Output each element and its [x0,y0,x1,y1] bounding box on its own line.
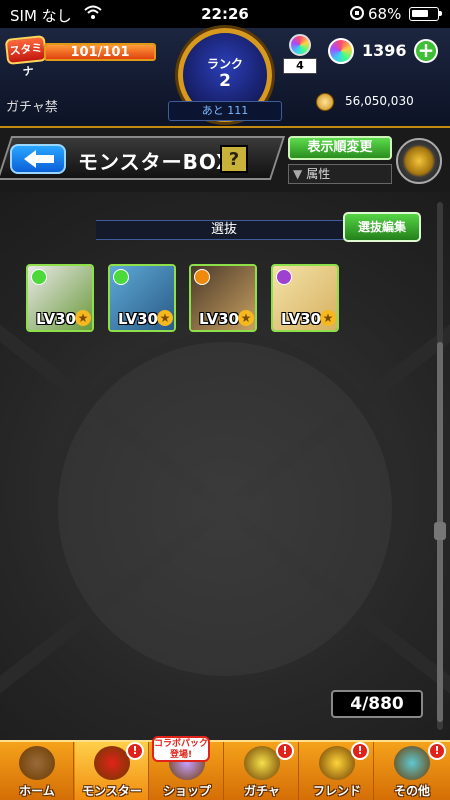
friend-icon [319,746,355,780]
rank-label: ランク [206,57,243,71]
attribute-sun-icon[interactable] [396,138,442,184]
star-icon: ★ [320,310,336,326]
rank-value: 2 [219,71,231,91]
stamina-label: スタミナ [4,34,48,78]
monster-card[interactable]: LV30 ★ [26,264,94,332]
filter-label: 属性 [306,167,331,181]
monster-card[interactable]: LV30 ★ [108,264,176,332]
nav-gacha[interactable]: ガチャ ! [225,742,299,800]
home-icon [19,746,55,780]
title-row: モンスターBOX ? 表示順変更 ▼ 属性 [0,130,450,190]
filter-icon: ▼ [293,167,303,181]
buy-orb-button[interactable]: + [414,39,438,63]
battery-percent: 68% [368,5,402,23]
stock-gem-icon[interactable]: 4 [283,34,317,74]
alert-badge: ! [126,742,144,760]
gacha-icon [244,746,280,780]
nav-monster[interactable]: モンスター ! [75,742,149,800]
section-header: 選抜 [96,220,352,240]
star-icon: ★ [157,310,173,326]
stamina-value: 101/101 [70,45,130,60]
gold-count: 56,050,030 [345,94,414,108]
gacha-ban-label: ガチャ禁 [6,100,58,115]
monster-box-area: 選抜 選抜編集 LV30 ★ LV30 ★ LV30 ★ LV30 ★ 4/88… [0,192,450,740]
dragon-emblem-icon [48,332,402,686]
other-icon [394,746,430,780]
monster-level: LV30 [199,310,239,328]
star-icon: ★ [75,310,91,326]
nav-home[interactable]: ホーム [0,742,74,800]
scrollbar[interactable] [437,202,443,730]
help-button[interactable]: ? [220,145,248,173]
scroll-handle[interactable] [434,522,446,540]
nav-other[interactable]: その他 ! [375,742,450,800]
stock-count: 4 [283,58,317,74]
edit-selection-button[interactable]: 選抜編集 [343,212,421,242]
nav-friend[interactable]: フレンド ! [300,742,374,800]
battery-icon [409,7,442,21]
game-header: スタミナ 101/101 ランク 2 4 1396 + ガチャ禁 あと 111 … [0,28,450,128]
bottom-nav: ホーム モンスター ! ショップ ガチャ ! フレンド ! その他 ! [0,740,450,800]
back-arrow-icon [22,149,56,172]
monster-level: LV30 [281,310,321,328]
alert-badge: ! [351,742,369,760]
stamina-bar: 101/101 [44,43,156,61]
page-title: モンスターBOX [78,150,233,174]
monster-card[interactable]: LV30 ★ [271,264,339,332]
monster-card[interactable]: LV30 ★ [189,264,257,332]
collab-pack-tag[interactable]: コラボパック登場! [152,736,210,762]
gold-coin-icon [316,93,334,111]
sort-order-button[interactable]: 表示順変更 [288,136,392,160]
orb-count: 1396 [362,41,407,60]
status-bar: SIM なし 22:26 68% [0,0,450,28]
star-icon: ★ [238,310,254,326]
box-count: 4/880 [331,690,423,718]
monster-icon [94,746,130,780]
monster-level: LV30 [36,310,76,328]
alert-badge: ! [428,742,446,760]
attribute-filter[interactable]: ▼ 属性 [288,164,392,184]
monster-level: LV30 [118,310,158,328]
next-rank-progress: あと 111 [168,101,282,121]
orb-icon [328,38,354,64]
back-button[interactable] [10,144,66,174]
alert-badge: ! [276,742,294,760]
rotation-lock-icon [349,4,365,26]
